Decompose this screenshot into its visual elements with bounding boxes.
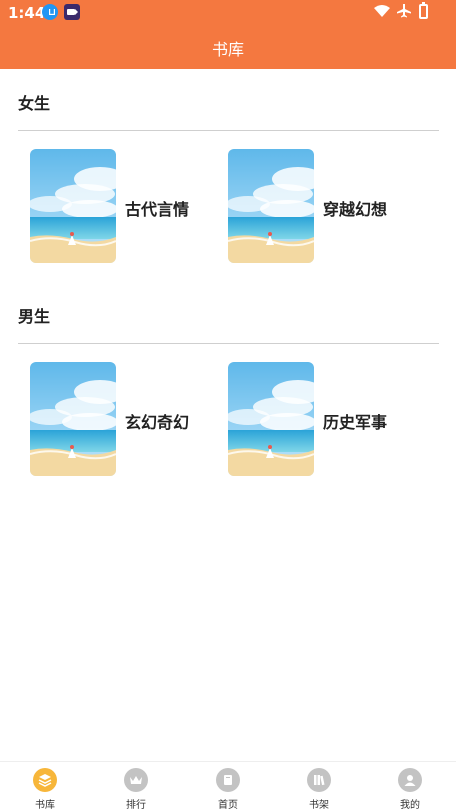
status-bar: 1:44 (0, 0, 456, 26)
section-title-female: 女生 (18, 94, 51, 113)
crown-icon (124, 768, 148, 792)
layers-icon (33, 768, 57, 792)
category-card[interactable]: 玄幻奇幻 (30, 362, 220, 478)
tab-label: 首页 (218, 800, 238, 811)
download-icon (42, 4, 58, 20)
tab-label: 排行 (126, 800, 146, 811)
tab-home[interactable]: 首页 (198, 766, 258, 811)
tab-bookshelf[interactable]: 书架 (289, 766, 349, 811)
section-title-male: 男生 (18, 307, 51, 326)
book-cover-image (30, 362, 116, 476)
tab-label: 书库 (35, 800, 55, 811)
category-card[interactable]: 穿越幻想 (228, 149, 418, 265)
app-root: 1:44 书库 女生 古代言情 穿越幻想 男生 玄幻奇幻 历史军事 书库 排行 … (0, 0, 456, 811)
category-card[interactable]: 历史军事 (228, 362, 418, 478)
category-label: 穿越幻想 (323, 200, 388, 219)
book-icon (216, 768, 240, 792)
bottom-tab-bar: 书库 排行 首页 书架 我的 (0, 761, 456, 811)
section-divider (18, 130, 439, 131)
section-divider (18, 343, 439, 344)
tab-ranking[interactable]: 排行 (106, 766, 166, 811)
battery-icon (419, 2, 428, 19)
bookshelf-icon (307, 768, 331, 792)
airplane-icon (397, 4, 411, 18)
category-label: 历史军事 (323, 413, 388, 432)
page-title: 书库 (211, 40, 244, 59)
tab-label: 书架 (309, 800, 329, 811)
person-icon (398, 768, 422, 792)
tab-label: 我的 (400, 800, 420, 811)
tab-mine[interactable]: 我的 (380, 766, 440, 811)
book-cover-image (30, 149, 116, 263)
screen-record-icon (64, 4, 80, 20)
category-label: 玄幻奇幻 (125, 413, 190, 432)
category-label: 古代言情 (125, 200, 190, 219)
category-card[interactable]: 古代言情 (30, 149, 220, 265)
status-time: 1:44 (8, 4, 46, 22)
wifi-icon (374, 5, 390, 17)
tab-library[interactable]: 书库 (15, 766, 75, 811)
app-bar: 书库 (0, 26, 456, 69)
book-cover-image (228, 362, 314, 476)
book-cover-image (228, 149, 314, 263)
